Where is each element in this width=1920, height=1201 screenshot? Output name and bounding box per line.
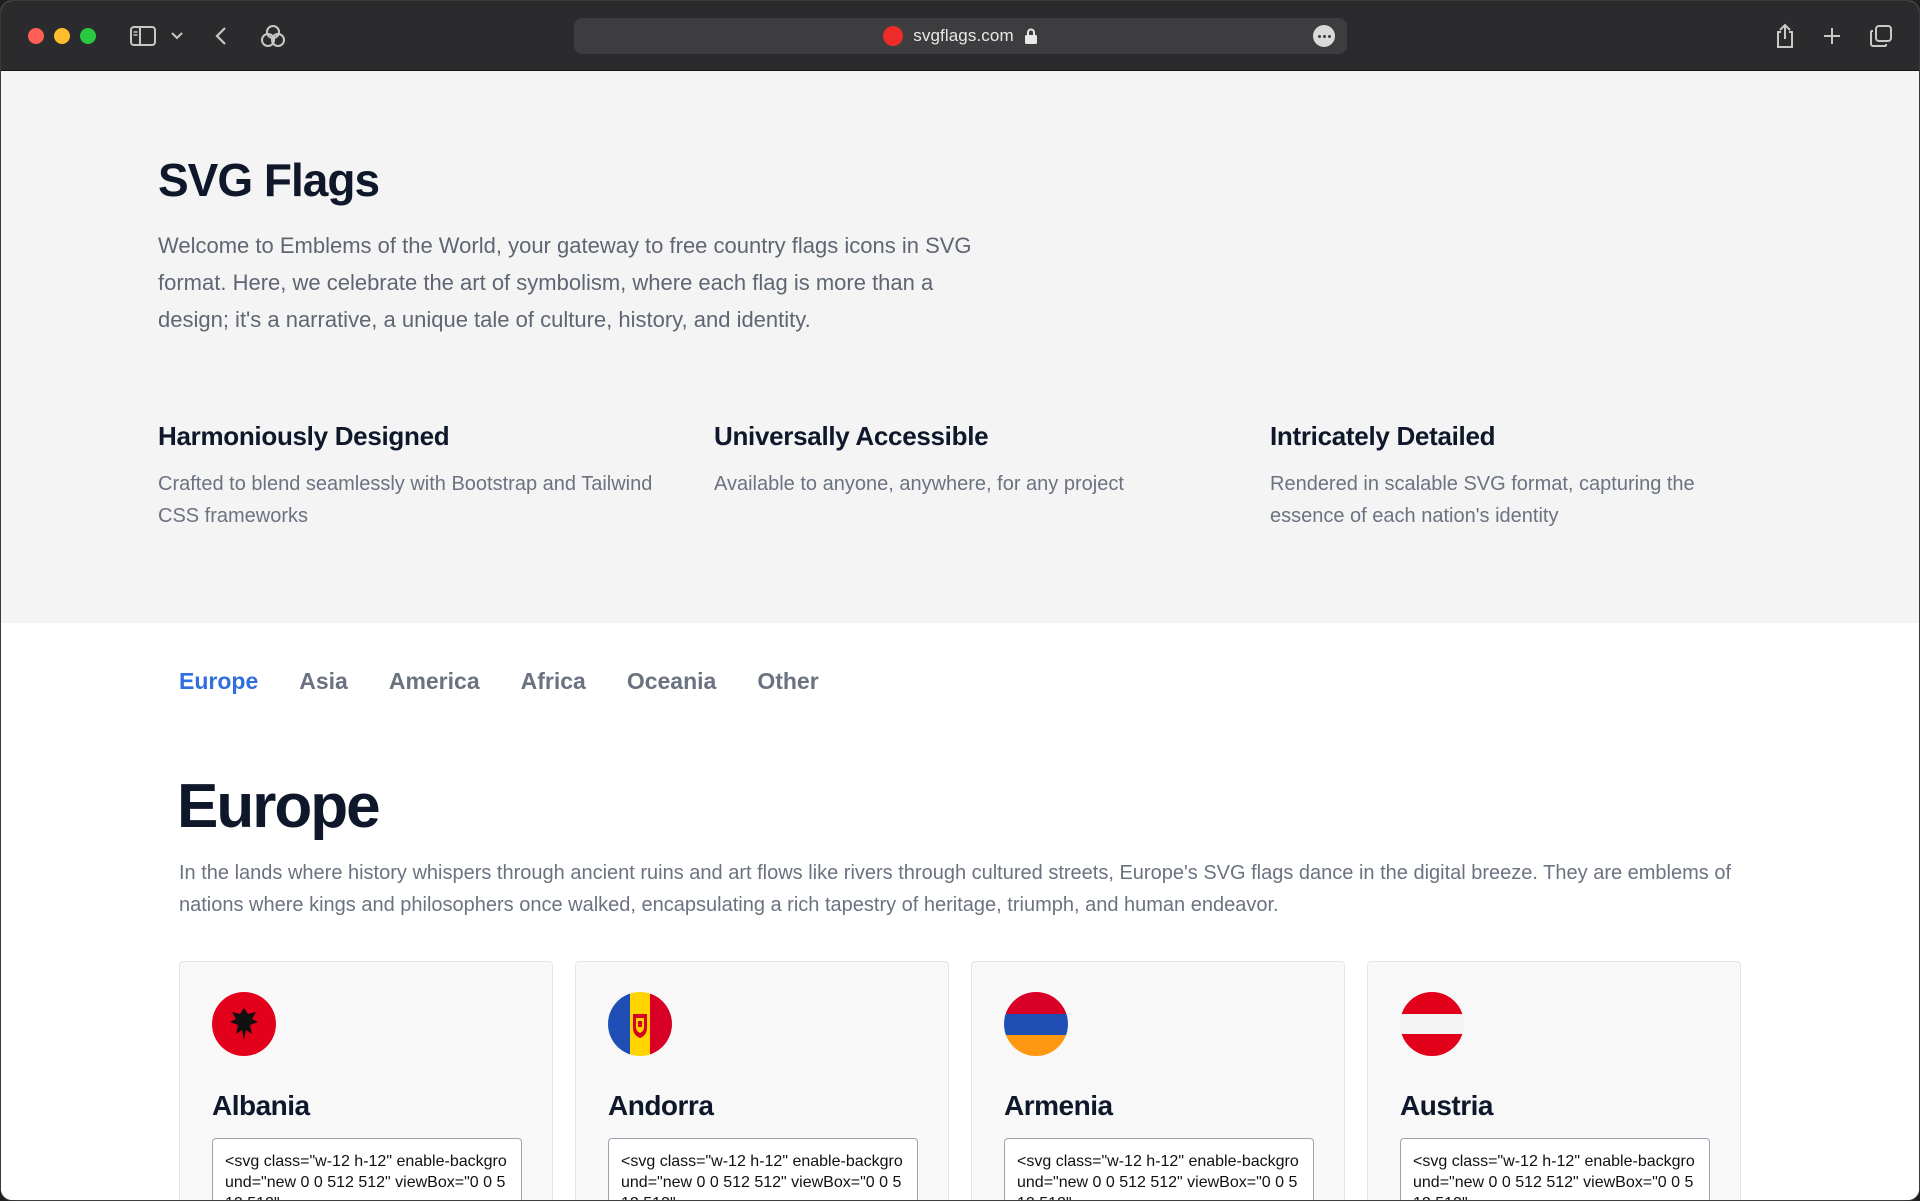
feature-title: Intricately Detailed (1270, 421, 1496, 451)
tab-overview-icon[interactable] (1867, 21, 1895, 51)
svg-code-field[interactable]: <svg class="w-12 h-12" enable-background… (1004, 1138, 1314, 1200)
url-text: svgflags.com (913, 26, 1014, 45)
tab-other[interactable]: Other (757, 668, 818, 695)
feature-harmoniously-designed: Harmoniously Designed Crafted to blend s… (158, 421, 658, 532)
shields-icon[interactable] (259, 21, 287, 51)
svg-code-field[interactable]: <svg class="w-12 h-12" enable-background… (212, 1138, 522, 1200)
back-icon[interactable] (211, 21, 231, 51)
section-description: In the lands where history whispers thro… (179, 862, 1732, 916)
country-name: Armenia (1004, 1090, 1113, 1121)
lock-icon (1024, 28, 1037, 44)
tab-europe[interactable]: Europe (179, 668, 258, 695)
hero-section: SVG Flags Welcome to Emblems of the Worl… (1, 71, 1919, 623)
flag-card-austria: Austria <svg class="w-12 h-12" enable-ba… (1367, 961, 1741, 1200)
page-title: SVG Flags (158, 154, 380, 206)
tab-africa[interactable]: Africa (521, 668, 586, 695)
tab-america[interactable]: America (389, 668, 480, 695)
region-tabs: Europe Asia America Africa Oceania Other (179, 668, 819, 695)
tab-asia[interactable]: Asia (299, 668, 348, 695)
tab-oceania[interactable]: Oceania (627, 668, 717, 695)
address-bar[interactable]: svgflags.com (574, 18, 1347, 54)
feature-universally-accessible: Universally Accessible Available to anyo… (714, 421, 1214, 500)
feature-text: Crafted to blend seamlessly with Bootstr… (158, 473, 653, 527)
sidebar-icon[interactable] (128, 21, 158, 51)
armenia-flag-icon (1004, 992, 1068, 1056)
flag-card-grid: Albania <svg class="w-12 h-12" enable-ba… (179, 961, 1741, 1200)
close-window-button[interactable] (28, 28, 44, 44)
feature-intricately-detailed: Intricately Detailed Rendered in scalabl… (1270, 421, 1770, 532)
svg-code-field[interactable]: <svg class="w-12 h-12" enable-background… (1400, 1138, 1710, 1200)
country-name: Austria (1400, 1090, 1493, 1121)
chevron-down-icon[interactable] (169, 21, 185, 51)
page-content: SVG Flags Welcome to Emblems of the Worl… (1, 71, 1919, 1200)
flag-card-andorra: Andorra <svg class="w-12 h-12" enable-ba… (575, 961, 949, 1200)
svg-code-field[interactable]: <svg class="w-12 h-12" enable-background… (608, 1138, 918, 1200)
country-name: Andorra (608, 1090, 714, 1121)
hero-description: Welcome to Emblems of the World, your ga… (158, 233, 972, 332)
browser-toolbar: svgflags.com (1, 1, 1919, 71)
andorra-flag-icon (608, 992, 672, 1056)
albania-flag-icon (212, 992, 276, 1056)
flag-card-albania: Albania <svg class="w-12 h-12" enable-ba… (179, 961, 553, 1200)
feature-text: Available to anyone, anywhere, for any p… (714, 473, 1124, 495)
browser-window: svgflags.com SVG Flags Welcome to Emblem… (0, 0, 1920, 1201)
share-icon[interactable] (1772, 21, 1798, 51)
flag-card-armenia: Armenia <svg class="w-12 h-12" enable-ba… (971, 961, 1345, 1200)
austria-flag-icon (1400, 992, 1464, 1056)
country-name: Albania (212, 1090, 310, 1121)
more-icon[interactable] (1313, 25, 1335, 47)
section-title: Europe (177, 772, 381, 841)
new-tab-icon[interactable] (1819, 21, 1845, 51)
minimize-window-button[interactable] (54, 28, 70, 44)
site-favicon (883, 26, 904, 46)
zoom-window-button[interactable] (80, 28, 96, 44)
feature-title: Harmoniously Designed (158, 421, 450, 451)
feature-title: Universally Accessible (714, 421, 989, 451)
feature-text: Rendered in scalable SVG format, capturi… (1270, 473, 1695, 527)
